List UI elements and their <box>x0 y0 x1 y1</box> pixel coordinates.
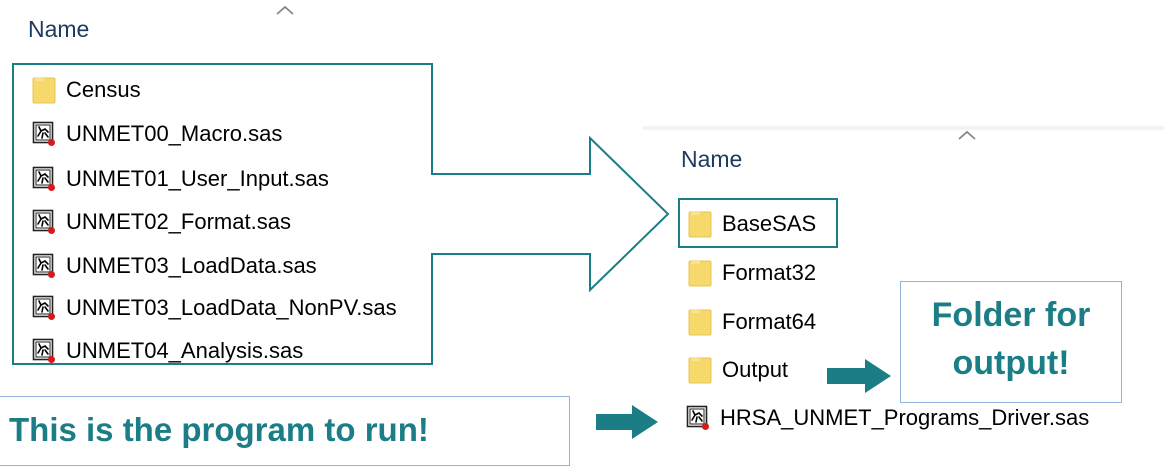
folder-icon <box>688 210 712 238</box>
run-arrow-icon <box>596 405 658 439</box>
list-item-driver-program[interactable]: HRSA_UNMET_Programs_Driver.sas <box>686 400 1089 436</box>
sas-file-icon <box>686 405 710 431</box>
item-label: BaseSAS <box>722 211 817 236</box>
item-label: Format64 <box>722 309 817 334</box>
run-callout-text: This is the program to run! <box>9 411 429 448</box>
output-callout-line2: output! <box>952 344 1070 382</box>
run-callout-box: This is the program to run! <box>0 396 570 466</box>
item-label: Format32 <box>722 260 817 285</box>
right-name-column-header[interactable]: Name <box>681 146 742 173</box>
item-label: Output <box>722 357 789 382</box>
folder-icon <box>688 259 712 287</box>
list-item-basesas[interactable]: BaseSAS <box>688 206 816 242</box>
list-item-format32[interactable]: Format32 <box>688 255 816 291</box>
output-callout-box: Folder for output! <box>900 281 1122 403</box>
folder-icon <box>688 308 712 336</box>
list-item-output[interactable]: Output <box>688 352 788 388</box>
right-pane-header-strip <box>643 126 1164 130</box>
output-callout-line1: Folder for <box>931 296 1091 334</box>
folder-icon <box>688 356 712 384</box>
list-item-format64[interactable]: Format64 <box>688 304 816 340</box>
item-label: HRSA_UNMET_Programs_Driver.sas <box>720 405 1090 430</box>
sort-chevron-up-icon[interactable] <box>958 130 976 140</box>
output-arrow-icon <box>827 359 891 393</box>
